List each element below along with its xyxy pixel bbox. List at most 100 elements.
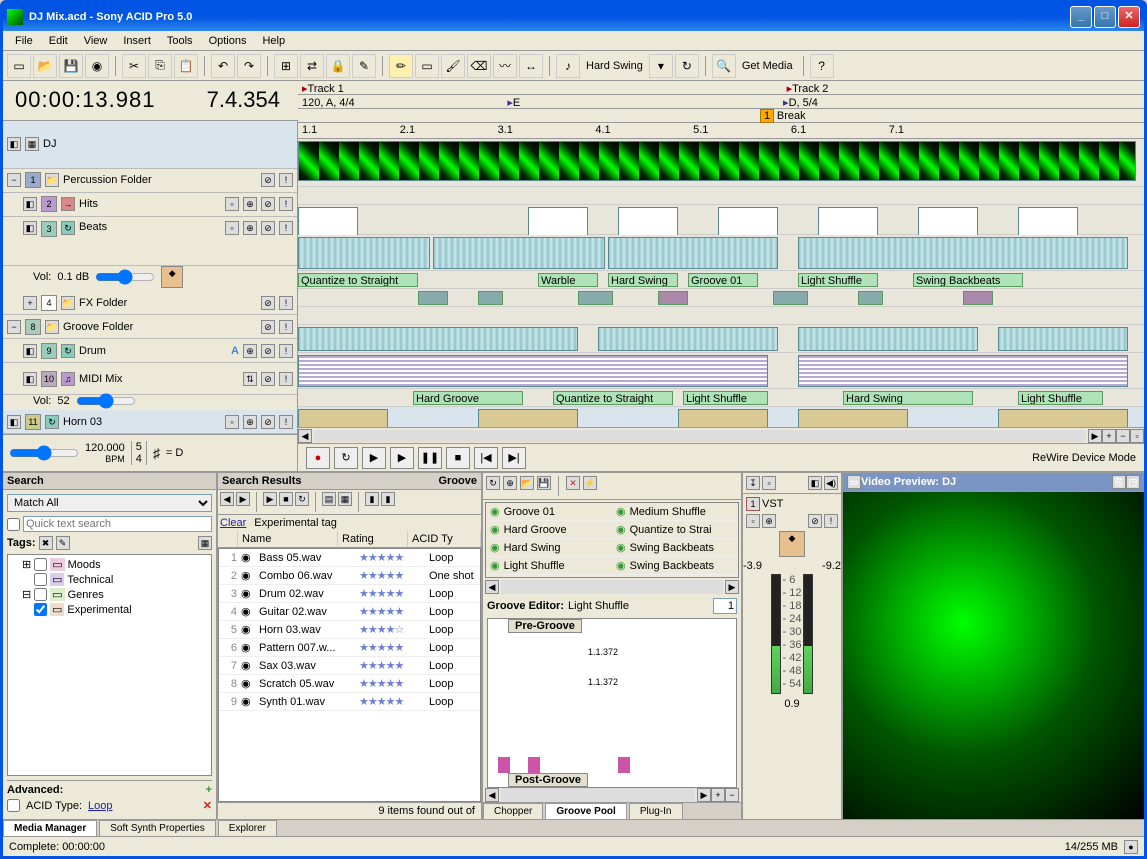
bus-icon[interactable]: ◧: [23, 197, 37, 211]
scroll-right-icon[interactable]: ▶: [1088, 429, 1102, 443]
menu-tools[interactable]: Tools: [159, 33, 201, 49]
pause-button[interactable]: ❚❚: [418, 447, 442, 469]
groove-slot-icon[interactable]: ◆: [161, 266, 183, 288]
play-start-button[interactable]: ▶: [362, 447, 386, 469]
marker-e[interactable]: E: [513, 97, 520, 109]
solo-icon[interactable]: !: [279, 173, 293, 187]
envelope-tool-icon[interactable]: 〰: [493, 54, 517, 78]
cut-icon[interactable]: ✂: [122, 54, 146, 78]
solo-icon[interactable]: !: [279, 415, 293, 429]
save-icon[interactable]: 💾: [59, 54, 83, 78]
paste-icon[interactable]: 📋: [174, 54, 198, 78]
chart2-icon[interactable]: ▮: [381, 492, 395, 506]
bar-ruler[interactable]: 1.1 2.1 3.1 4.1 5.1 6.1 7.1: [298, 123, 1144, 139]
scroll-left-icon[interactable]: ◀: [485, 580, 499, 594]
collapse-icon[interactable]: −: [7, 320, 21, 334]
chart-icon[interactable]: ▮: [365, 492, 379, 506]
menu-edit[interactable]: Edit: [41, 33, 76, 49]
tag-check[interactable]: [34, 588, 47, 601]
track-horn[interactable]: ◧ 11 ↻ Horn 03 ▫ ⊕ ⊘ !: [3, 410, 297, 434]
col-type[interactable]: ACID Ty: [408, 531, 481, 547]
bus-icon[interactable]: ◧: [7, 415, 21, 429]
mute-icon[interactable]: ⊘: [261, 296, 275, 310]
marker-track1[interactable]: Track 1: [308, 83, 344, 95]
groove-item[interactable]: ◉Groove 01: [486, 503, 612, 521]
clip[interactable]: [798, 327, 978, 351]
stretch-tool-icon[interactable]: ↔: [519, 54, 543, 78]
redo-icon[interactable]: ↷: [237, 54, 261, 78]
track-drum[interactable]: ◧ 9 ↻ Drum A ⊕ ⊘ !: [3, 339, 297, 363]
clip[interactable]: [598, 327, 778, 351]
loop-button[interactable]: ↻: [334, 447, 358, 469]
snap-icon[interactable]: ⊞: [274, 54, 298, 78]
result-row[interactable]: 6◉Pattern 007.w...★★★★★Loop: [219, 639, 480, 657]
preview-play-icon[interactable]: ▶: [263, 492, 277, 506]
clip[interactable]: [298, 327, 578, 351]
tempo-slider[interactable]: [9, 445, 79, 461]
track-hits[interactable]: ◧ 2 → Hits ▫ ⊕ ⊘ !: [3, 193, 297, 217]
clip[interactable]: [798, 409, 908, 427]
mute-icon[interactable]: ⊘: [261, 372, 275, 386]
tab-soft-synth[interactable]: Soft Synth Properties: [99, 820, 216, 836]
menu-insert[interactable]: Insert: [115, 33, 159, 49]
scroll-left-icon[interactable]: ◀: [298, 429, 312, 443]
help-icon[interactable]: ?: [810, 54, 834, 78]
record-button[interactable]: ●: [306, 447, 330, 469]
timeline-scrollbar[interactable]: ◀ ▶ + − ▫: [298, 427, 1144, 443]
bus-icon[interactable]: ◧: [23, 221, 37, 235]
groove-item[interactable]: ◉Swing Backbeats: [612, 539, 738, 557]
midi-icon[interactable]: ♫: [61, 372, 75, 386]
groove-scroll[interactable]: [501, 580, 723, 594]
track-groove-folder[interactable]: − 8 📁 Groove Folder ⊘ !: [3, 315, 297, 339]
lane-hits[interactable]: [298, 205, 1144, 235]
clear-link[interactable]: Clear: [220, 517, 246, 529]
tab-plugin[interactable]: Plug-In: [629, 803, 683, 819]
clip[interactable]: [608, 237, 778, 269]
dim-icon[interactable]: ◧: [808, 476, 822, 490]
match-select[interactable]: Match All: [7, 494, 212, 512]
erase-tool-icon[interactable]: ⌫: [467, 54, 491, 78]
tag-tree[interactable]: ⊞▭Moods ▭Technical ⊟▭Genres ▭Experimenta…: [7, 554, 212, 776]
groove-editor-canvas[interactable]: Pre-Groove 1.1.372 1.1.372 Post-Groove: [487, 618, 737, 788]
paint-tool-icon[interactable]: 🖌: [441, 54, 465, 78]
scroll-right-icon[interactable]: ▶: [725, 580, 739, 594]
maximize-button[interactable]: □: [1094, 6, 1116, 28]
lane-video[interactable]: [298, 139, 1144, 187]
auto-icon[interactable]: ✎: [352, 54, 376, 78]
fx-icon[interactable]: ▫: [225, 197, 239, 211]
video-clip[interactable]: [298, 141, 1136, 181]
track-dj[interactable]: ◧ ▦ DJ: [3, 121, 297, 169]
clip[interactable]: [798, 355, 1128, 387]
lane-beats-groove[interactable]: Quantize to Straight Warble Hard Swing G…: [298, 271, 1144, 289]
marker-track2[interactable]: Track 2: [792, 83, 828, 95]
tag-moods[interactable]: Moods: [68, 559, 101, 571]
tab-groove-pool[interactable]: Groove Pool: [545, 803, 626, 819]
view-list-icon[interactable]: ▤: [322, 492, 336, 506]
solo-icon[interactable]: !: [279, 320, 293, 334]
zoom-in-icon[interactable]: +: [711, 788, 725, 802]
result-row[interactable]: 3◉Drum 02.wav★★★★★Loop: [219, 585, 480, 603]
solo-icon[interactable]: !: [279, 296, 293, 310]
lane-midi[interactable]: [298, 353, 1144, 389]
auto-icon[interactable]: ⊕: [762, 514, 776, 528]
track-icon[interactable]: ▦: [25, 137, 39, 151]
publish-icon[interactable]: ◉: [85, 54, 109, 78]
tag-check[interactable]: [34, 573, 47, 586]
delete-icon[interactable]: ✕: [566, 476, 580, 490]
auto-icon[interactable]: ⊕: [243, 197, 257, 211]
results-list[interactable]: 1◉Bass 05.wav★★★★★Loop2◉Combo 06.wav★★★★…: [218, 548, 481, 802]
tag-check[interactable]: [34, 558, 47, 571]
marker-d[interactable]: D, 5/4: [789, 97, 818, 109]
lane-perc-folder[interactable]: [298, 187, 1144, 205]
vol-slider[interactable]: [95, 271, 155, 283]
remove-criteria-icon[interactable]: ✕: [203, 799, 212, 812]
groove-item[interactable]: ◉Hard Groove: [486, 521, 612, 539]
groove-item[interactable]: ◉Light Shuffle: [486, 557, 612, 575]
undo-icon[interactable]: ↶: [211, 54, 235, 78]
groove-length-input[interactable]: [713, 598, 737, 614]
tempo-ruler[interactable]: 120, A, 4/4 ▸E ▸D, 5/4: [298, 95, 1144, 109]
insert-bus-icon[interactable]: ↧: [746, 476, 760, 490]
menu-file[interactable]: File: [7, 33, 41, 49]
clip[interactable]: [298, 355, 768, 387]
auto-icon[interactable]: ⊕: [243, 344, 257, 358]
